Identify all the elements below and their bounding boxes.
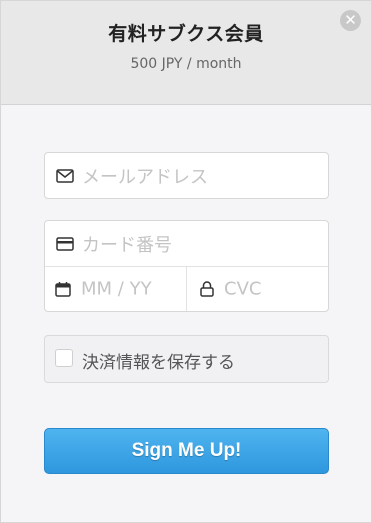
price-subtitle: 500 JPY / month bbox=[130, 56, 242, 72]
calendar-icon bbox=[55, 281, 71, 297]
card-details-group: カード番号 MM / YY CVC bbox=[44, 220, 329, 312]
cvc-placeholder: CVC bbox=[224, 278, 262, 300]
card-number-field[interactable]: カード番号 bbox=[45, 221, 328, 267]
checkout-modal: 有料サブクス会員 500 JPY / month ✕ メールアドレス カード番号 bbox=[0, 0, 372, 523]
expiry-field[interactable]: MM / YY bbox=[45, 267, 187, 311]
sign-up-button[interactable]: Sign Me Up! bbox=[44, 428, 329, 474]
email-placeholder: メールアドレス bbox=[82, 166, 208, 188]
lock-icon bbox=[200, 281, 214, 297]
card-number-placeholder: カード番号 bbox=[82, 234, 172, 256]
remember-checkbox[interactable] bbox=[55, 349, 73, 367]
expiry-placeholder: MM / YY bbox=[81, 278, 152, 300]
close-icon[interactable]: ✕ bbox=[340, 10, 361, 31]
modal-title: 有料サブクス会員 bbox=[108, 23, 264, 45]
credit-card-icon bbox=[56, 236, 74, 251]
cvc-field[interactable]: CVC bbox=[187, 267, 328, 311]
envelope-icon bbox=[56, 168, 74, 183]
modal-header: 有料サブクス会員 500 JPY / month ✕ bbox=[1, 1, 371, 105]
email-field[interactable]: メールアドレス bbox=[44, 152, 329, 199]
remember-payment-row[interactable]: 決済情報を保存する bbox=[44, 335, 329, 383]
remember-label: 決済情報を保存する bbox=[82, 353, 235, 373]
